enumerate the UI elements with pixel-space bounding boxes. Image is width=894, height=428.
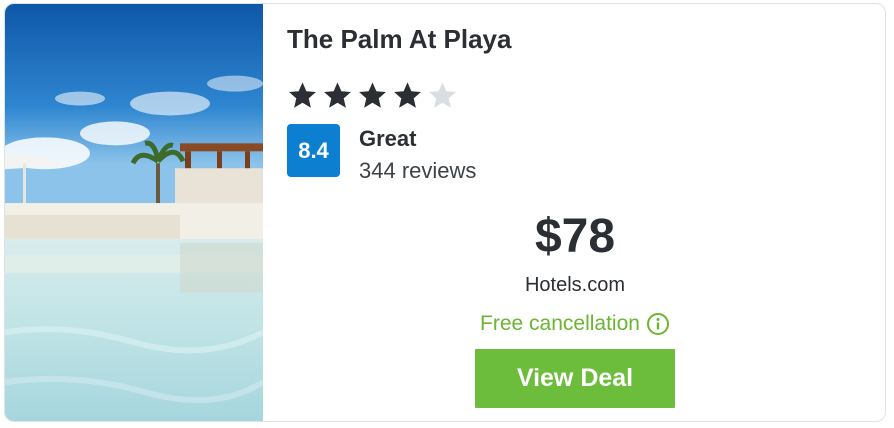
deal-price: $78 <box>534 210 616 263</box>
review-count[interactable]: 344 reviews <box>359 158 476 184</box>
star-icon <box>324 82 351 108</box>
free-cancellation-label: Free cancellation <box>480 312 640 335</box>
score-badge: 8.4 <box>287 124 340 177</box>
star-icon <box>359 82 386 108</box>
rating-label: Great <box>359 126 417 151</box>
info-icon[interactable] <box>646 312 670 336</box>
view-deal-button[interactable]: View Deal <box>475 349 675 408</box>
hotel-photo[interactable] <box>5 4 263 421</box>
deal-provider: Hotels.com <box>524 274 626 296</box>
free-cancellation: Free cancellation <box>435 312 715 336</box>
star-icon <box>394 82 421 108</box>
hotel-name[interactable]: The Palm At Playa <box>287 24 511 55</box>
hotel-card[interactable]: The Palm At Playa 8.4 Great 344 reviews … <box>4 3 886 422</box>
star-icon <box>289 82 316 108</box>
star-icon <box>429 82 456 108</box>
star-rating <box>287 80 458 111</box>
